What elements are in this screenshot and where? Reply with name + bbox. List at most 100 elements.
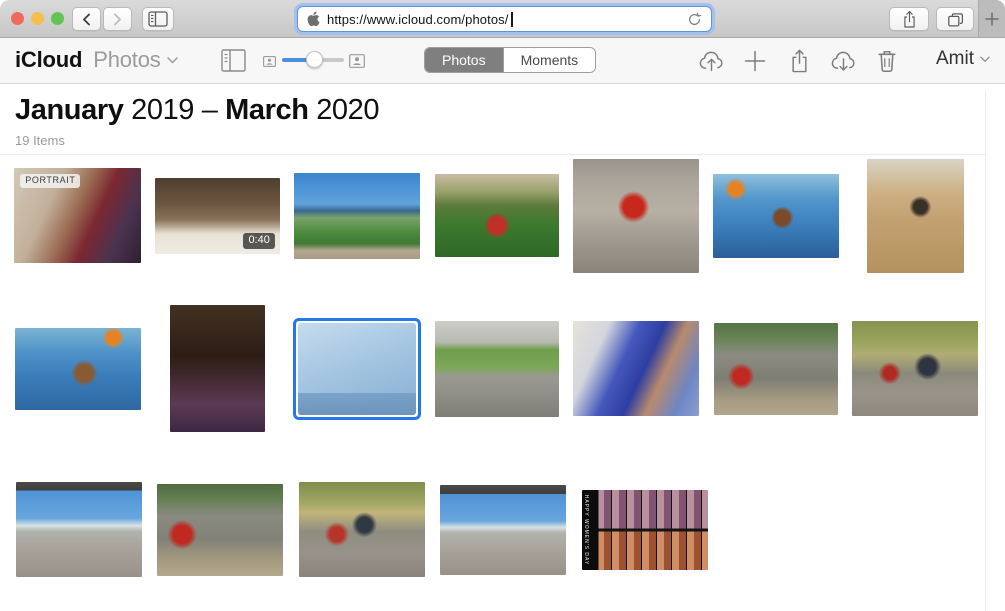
photo-gorilla-statue[interactable]: [714, 323, 838, 415]
photo-image-blue-benches-boat-2: [15, 328, 141, 410]
photo-graffiti-mural[interactable]: [573, 321, 699, 416]
toolbar-actions: [697, 46, 901, 76]
chevron-right-icon: [113, 13, 122, 26]
photo-image-gorilla-statue: [714, 323, 838, 415]
upload-button[interactable]: [697, 49, 725, 73]
app-title-icloud: iCloud: [15, 47, 82, 73]
photo-row: PORTRAIT 0:40: [8, 157, 985, 274]
photos-sidebar-toggle-button[interactable]: [221, 49, 246, 72]
add-button[interactable]: [741, 49, 769, 73]
safari-sidebar-button[interactable]: [142, 7, 174, 31]
photo-kids-portrait[interactable]: PORTRAIT: [14, 168, 141, 263]
photo-image-gorilla-statue-wide: [157, 484, 283, 576]
photo-cell: [150, 484, 292, 576]
item-count: 19 Items: [15, 133, 65, 148]
photo-cell: [287, 318, 427, 420]
photo-gorilla-statue-wide[interactable]: [157, 484, 283, 576]
photo-cell: PORTRAIT: [8, 168, 148, 263]
photo-cell: [845, 159, 985, 273]
sidebar-panel-icon: [221, 49, 246, 72]
tab-photos[interactable]: Photos: [425, 48, 503, 72]
text-cursor: [511, 12, 513, 27]
user-name: Amit: [936, 48, 974, 70]
share-button[interactable]: [785, 49, 813, 73]
photo-image-womens-day-collage: HAPPY WOMEN'S DAY: [582, 490, 708, 570]
photo-image-beach-promenade: [294, 173, 420, 259]
delete-button[interactable]: [873, 49, 901, 73]
photo-image-kids-portrait: PORTRAIT: [14, 168, 141, 263]
photo-blue-benches-boat-2[interactable]: [15, 328, 141, 410]
photo-image-boy-walking: [573, 159, 699, 273]
photo-park-bench-family[interactable]: [299, 482, 425, 577]
heading-month-end: March: [225, 94, 308, 126]
video-duration-badge: 0:40: [243, 233, 274, 249]
apple-logo-icon: [307, 11, 320, 27]
app-title-menu[interactable]: iCloud Photos: [15, 47, 178, 73]
photo-image-dinner-video: 0:40: [155, 178, 280, 254]
date-range-heading: January 2019 – March 2020: [15, 94, 379, 127]
photo-dinner-video[interactable]: 0:40: [155, 178, 280, 254]
photo-cell: [566, 321, 706, 416]
browser-titlebar: https://www.icloud.com/photos/: [0, 0, 1005, 38]
photo-cell: [287, 173, 427, 259]
photo-womens-day-collage[interactable]: HAPPY WOMEN'S DAY: [582, 490, 708, 570]
chevron-down-icon: [980, 56, 990, 63]
photo-cell: [845, 321, 985, 416]
view-switcher: Photos Moments: [424, 47, 596, 73]
photo-cell: [8, 328, 148, 410]
safari-share-button[interactable]: [889, 7, 929, 31]
photo-boy-walking[interactable]: [573, 159, 699, 273]
tab-overview-button[interactable]: [936, 7, 974, 31]
photo-stadium-stairs[interactable]: [435, 321, 559, 417]
photo-beach-promenade[interactable]: [294, 173, 420, 259]
download-button[interactable]: [829, 49, 857, 73]
photo-image-family-on-grass: [435, 174, 559, 257]
photo-cell: [148, 305, 288, 432]
photo-ipad-home-screenshot[interactable]: [293, 318, 421, 420]
zoom-window-button[interactable]: [51, 12, 64, 25]
icloud-photos-toolbar: iCloud Photos: [0, 38, 1005, 84]
photo-cell: HAPPY WOMEN'S DAY: [574, 490, 716, 570]
reload-button[interactable]: [687, 12, 702, 27]
photo-image-blue-benches-boat: [713, 174, 839, 258]
photo-family-on-grass[interactable]: [435, 174, 559, 257]
heading-month-start: January: [15, 94, 123, 126]
reload-icon: [687, 12, 702, 27]
scrollbar-track[interactable]: [985, 90, 986, 611]
photo-beach-pavilion[interactable]: [16, 482, 142, 577]
photo-cell: [427, 321, 567, 417]
app-title-photos: Photos: [93, 47, 160, 73]
thumbnail-size-slider[interactable]: [282, 58, 344, 62]
new-tab-button[interactable]: [978, 0, 1005, 37]
close-window-button[interactable]: [11, 12, 24, 25]
photo-cell: [706, 323, 846, 415]
share-icon: [790, 49, 809, 73]
tabs-icon: [946, 11, 965, 28]
photo-park-walk[interactable]: [852, 321, 978, 416]
heading-year-start: 2019: [131, 94, 194, 126]
minimize-window-button[interactable]: [31, 12, 44, 25]
chevron-down-icon: [167, 57, 178, 64]
sidebar-icon: [148, 11, 168, 27]
photo-beach-sand-walk[interactable]: [867, 159, 964, 273]
collage-caption: HAPPY WOMEN'S DAY: [583, 494, 589, 565]
heading-separator: –: [202, 94, 218, 126]
heading-year-end: 2020: [316, 94, 379, 126]
photo-image-park-walk: [852, 321, 978, 416]
photo-blue-benches-boat[interactable]: [713, 174, 839, 258]
photo-cell: [566, 159, 706, 273]
plus-icon: [743, 49, 767, 73]
address-bar[interactable]: https://www.icloud.com/photos/: [297, 6, 712, 32]
photo-image-ipad-home-screenshot: [298, 323, 416, 415]
photo-beach-pavilion-2[interactable]: [440, 485, 566, 575]
chevron-left-icon: [82, 13, 91, 26]
back-button[interactable]: [72, 7, 101, 31]
photo-mother-and-child[interactable]: [170, 305, 265, 432]
tab-moments[interactable]: Moments: [503, 48, 596, 72]
photo-cell: [291, 482, 433, 577]
photo-image-beach-sand-walk: [867, 159, 964, 273]
slider-thumb[interactable]: [306, 51, 323, 68]
user-menu[interactable]: Amit: [936, 48, 990, 70]
forward-button[interactable]: [103, 7, 132, 31]
photo-image-beach-pavilion: [16, 482, 142, 577]
